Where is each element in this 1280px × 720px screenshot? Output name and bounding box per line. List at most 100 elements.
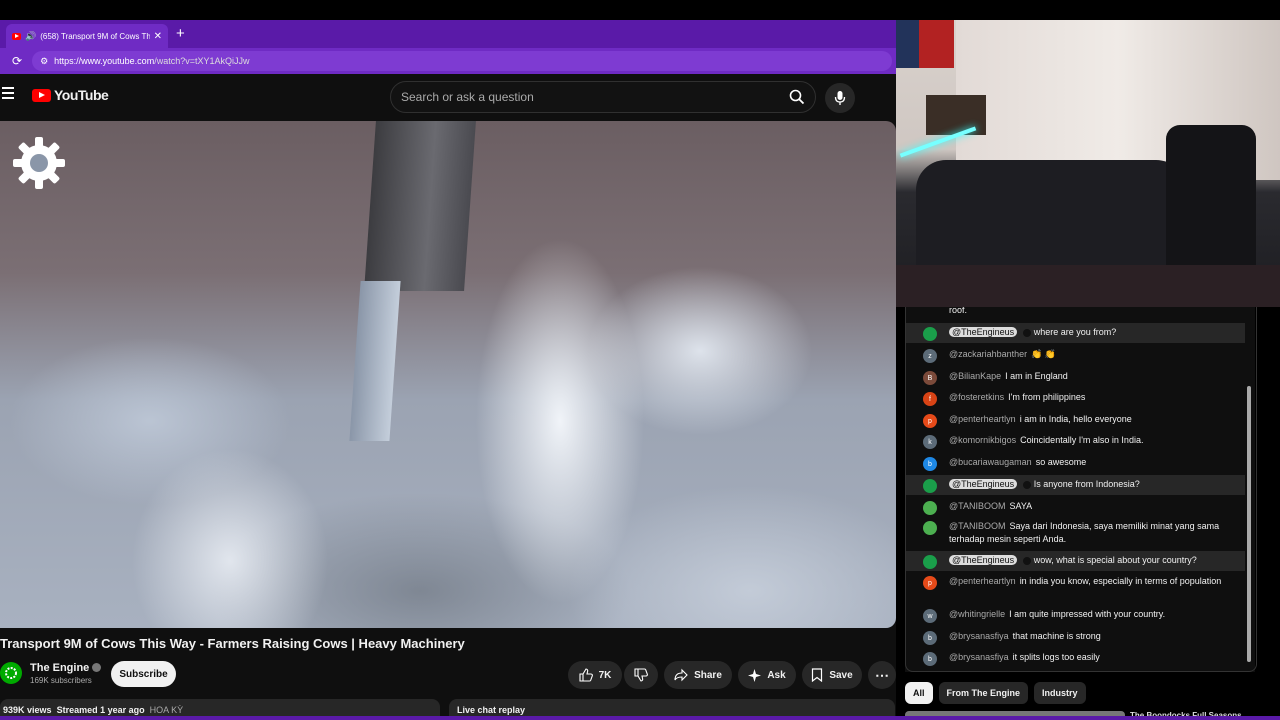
chat-text: Is anyone from Indonesia? xyxy=(1033,479,1140,489)
verified-icon xyxy=(1023,480,1032,489)
chat-message[interactable]: b @bucariawaugaman so awesome xyxy=(905,453,1245,473)
chat-avatar[interactable]: p xyxy=(923,414,937,428)
chat-username[interactable]: @TheEngineus xyxy=(949,555,1018,565)
live-chat-panel[interactable]: roof. @TheEngineus where are you from? z @… xyxy=(905,307,1255,672)
save-button[interactable]: Save xyxy=(802,661,862,689)
chat-username[interactable]: @fosteretkins xyxy=(949,392,1004,402)
desk-shelf xyxy=(926,95,986,135)
channel-name[interactable]: The Engine xyxy=(30,662,89,674)
close-tab-icon[interactable]: ✕ xyxy=(154,31,162,42)
youtube-logo[interactable]: YouTube xyxy=(32,87,109,103)
share-button[interactable]: Share xyxy=(664,661,732,689)
chat-message[interactable]: @TANIBOOM SAYA xyxy=(905,497,1245,517)
video-player[interactable] xyxy=(0,121,896,628)
chat-avatar[interactable]: z xyxy=(923,349,937,363)
subscriber-count: 169K subscribers xyxy=(30,675,92,685)
chat-username[interactable]: @penterheartlyn xyxy=(949,576,1016,586)
chat-message[interactable]: @TANIBOOM Saya dari Indonesia, saya memil… xyxy=(905,517,1245,547)
chat-username[interactable]: @brysanasfiya xyxy=(949,631,1009,641)
chat-message[interactable]: B @BilianKape I am in England xyxy=(905,367,1245,387)
chat-avatar[interactable]: b xyxy=(923,631,937,645)
chat-text: that machine is strong xyxy=(1012,631,1101,641)
chat-message[interactable]: f @fosteretkins I'm from philippines xyxy=(905,388,1245,408)
wall-flag xyxy=(896,20,954,68)
chat-text: so awesome xyxy=(1035,457,1087,467)
chat-username[interactable]: @BilianKape xyxy=(949,371,1001,381)
chat-text: I am in England xyxy=(1005,371,1068,381)
video-location: HOA KỲ xyxy=(149,705,184,715)
ask-label: Ask xyxy=(767,669,786,681)
more-actions-button[interactable]: ⋯ xyxy=(868,661,896,689)
menu-icon[interactable] xyxy=(2,87,14,102)
chat-username[interactable]: @TANIBOOM xyxy=(949,501,1005,511)
chat-avatar[interactable] xyxy=(923,327,937,341)
chat-username[interactable]: @whitingrielle xyxy=(949,609,1005,619)
chat-avatar[interactable]: b xyxy=(923,457,937,471)
chat-avatar[interactable] xyxy=(923,521,937,535)
chat-message[interactable]: w @whitingrielle I am quite impressed with… xyxy=(905,605,1245,625)
dislike-button[interactable] xyxy=(624,661,658,689)
channel-avatar[interactable] xyxy=(0,662,22,684)
chat-message[interactable]: @TheEngineus wow, what is special about … xyxy=(905,551,1245,571)
chat-text: Coincidentally I'm also in India. xyxy=(1020,435,1144,445)
chat-avatar[interactable]: k xyxy=(923,435,937,449)
tab-strip: 🔊 (658) Transport 9M of Cows Th ✕ + xyxy=(0,20,896,48)
url-field[interactable]: ⚙ https://www.youtube.com/watch?v=tXY1Ak… xyxy=(32,51,893,71)
chat-text: I am quite impressed with your country. xyxy=(1009,609,1166,619)
like-count: 7K xyxy=(598,669,612,681)
subscribe-button[interactable]: Subscribe xyxy=(111,661,176,687)
room-floor xyxy=(896,265,1280,307)
tab-title: (658) Transport 9M of Cows Th xyxy=(40,31,150,41)
search-icon[interactable] xyxy=(779,82,815,112)
couch xyxy=(916,160,1186,270)
chat-avatar[interactable]: p xyxy=(923,576,937,590)
chat-username[interactable]: @komornikbigos xyxy=(949,435,1016,445)
chat-avatar[interactable]: f xyxy=(923,392,937,406)
voice-search-icon[interactable] xyxy=(825,83,855,113)
chat-message[interactable]: p @penterheartlyn i am in India, hello eve… xyxy=(905,410,1245,430)
chat-username[interactable]: @TheEngineus xyxy=(949,479,1018,489)
chat-avatar[interactable]: b xyxy=(923,652,937,666)
like-button[interactable]: 7K xyxy=(568,661,622,689)
site-info-icon[interactable]: ⚙ xyxy=(40,56,48,67)
speaker-icon[interactable]: 🔊 xyxy=(25,31,36,42)
verified-icon xyxy=(1023,328,1032,337)
chat-message[interactable]: b @brysanasfiya that machine is strong xyxy=(905,627,1245,647)
chat-username[interactable]: @zackariahbanther xyxy=(949,349,1027,359)
chat-username[interactable]: @TheEngineus xyxy=(949,327,1018,337)
chat-text: it splits logs too easily xyxy=(1012,652,1100,662)
chat-avatar[interactable] xyxy=(923,479,937,493)
chat-username[interactable]: @brysanasfiya xyxy=(949,652,1009,662)
browser-tab[interactable]: 🔊 (658) Transport 9M of Cows Th ✕ xyxy=(6,24,168,48)
url-prefix: https:// xyxy=(54,56,82,66)
ask-button[interactable]: Ask xyxy=(738,661,796,689)
chat-avatar[interactable] xyxy=(923,501,937,515)
chip-industry[interactable]: Industry xyxy=(1034,682,1086,704)
chat-message[interactable]: z @zackariahbanther 👏 👏 xyxy=(905,345,1245,365)
verified-icon xyxy=(92,663,102,673)
chip-all[interactable]: All xyxy=(905,682,933,704)
screen-bottom-bar xyxy=(0,716,1280,720)
chat-message[interactable]: k @komornikbigos Coincidentally I'm also i… xyxy=(905,431,1245,451)
chat-message[interactable]: @TheEngineus Is anyone from Indonesia? xyxy=(905,475,1245,495)
chat-avatar[interactable] xyxy=(923,555,937,569)
chat-message[interactable]: p @penterheartlyn in india you know, espec… xyxy=(905,572,1245,602)
chat-avatar[interactable]: B xyxy=(923,371,937,385)
reload-icon[interactable]: ⟳ xyxy=(12,54,22,68)
chip-from-the-engine[interactable]: From The Engine xyxy=(938,682,1029,704)
thumbs-down-icon xyxy=(634,668,648,682)
related-filter-chips: All From The Engine Industry xyxy=(905,682,1086,704)
chat-text: in india you know, especially in terms o… xyxy=(1019,576,1222,586)
search-input[interactable]: Search or ask a question xyxy=(390,81,816,113)
chat-message[interactable]: b @brysanasfiya it splits logs too easily xyxy=(905,648,1245,668)
url-path: /watch?v=tXY1AkQiJJw xyxy=(154,56,250,66)
chat-username[interactable]: @bucariawaugaman xyxy=(949,457,1032,467)
chat-scrollbar[interactable] xyxy=(1247,386,1251,662)
chat-username[interactable]: @penterheartlyn xyxy=(949,414,1016,424)
chat-text: I'm from philippines xyxy=(1008,392,1086,402)
chat-avatar[interactable]: w xyxy=(923,609,937,623)
new-tab-icon[interactable]: + xyxy=(176,25,185,42)
browser-window: 🔊 (658) Transport 9M of Cows Th ✕ + ⟳ ⚙ … xyxy=(0,20,896,720)
chat-message[interactable]: @TheEngineus where are you from? xyxy=(905,323,1245,343)
chat-username[interactable]: @TANIBOOM xyxy=(949,521,1005,531)
